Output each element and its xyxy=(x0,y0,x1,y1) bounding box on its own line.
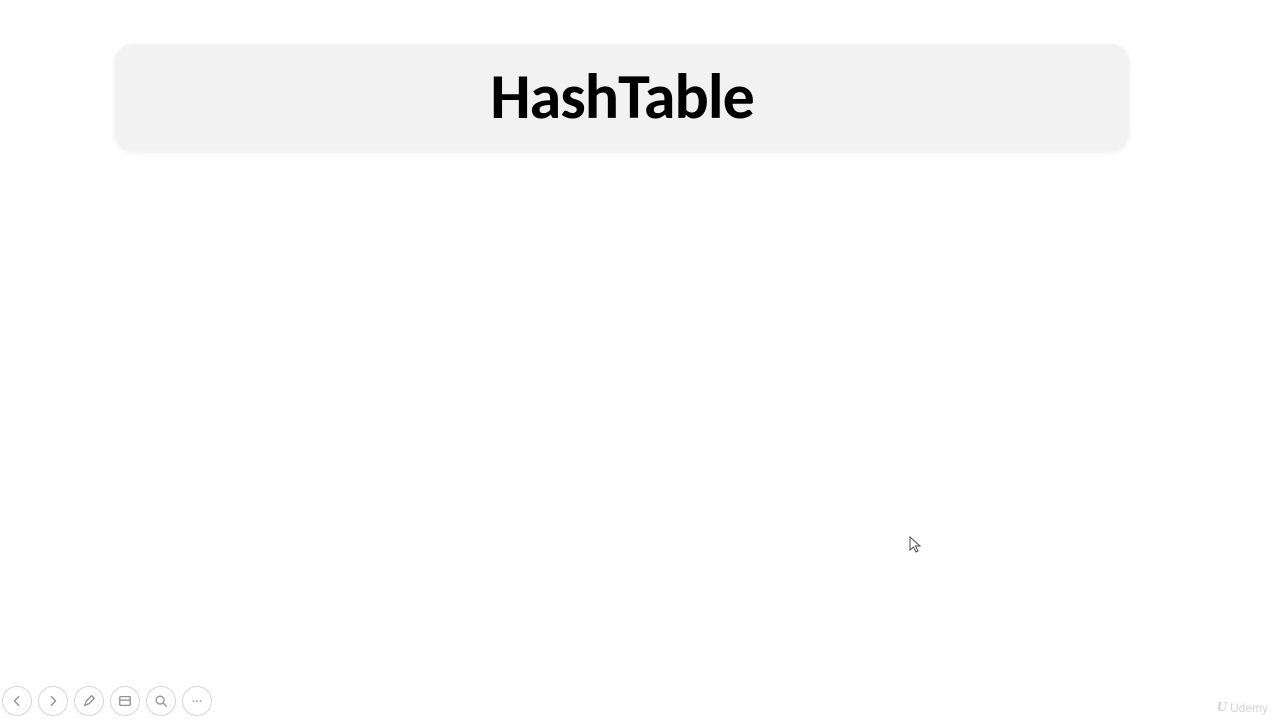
ellipsis-icon xyxy=(190,694,204,708)
slide-title: HashTable xyxy=(490,58,754,136)
more-options-button[interactable] xyxy=(182,686,212,716)
zoom-button[interactable] xyxy=(146,686,176,716)
chevron-left-icon xyxy=(10,694,24,708)
grid-icon xyxy=(118,694,132,708)
slide-view-button[interactable] xyxy=(110,686,140,716)
previous-slide-button[interactable] xyxy=(2,686,32,716)
brand-watermark: U Udemy xyxy=(1217,700,1268,716)
next-slide-button[interactable] xyxy=(38,686,68,716)
presenter-toolbar xyxy=(2,686,212,716)
pen-tool-button[interactable] xyxy=(74,686,104,716)
slide-title-card: HashTable xyxy=(115,44,1129,150)
pen-icon xyxy=(82,694,96,708)
mouse-cursor-icon xyxy=(909,536,923,554)
brand-name: Udemy xyxy=(1230,701,1268,715)
chevron-right-icon xyxy=(46,694,60,708)
brand-logo-icon: U xyxy=(1217,700,1227,716)
magnify-icon xyxy=(154,694,168,708)
